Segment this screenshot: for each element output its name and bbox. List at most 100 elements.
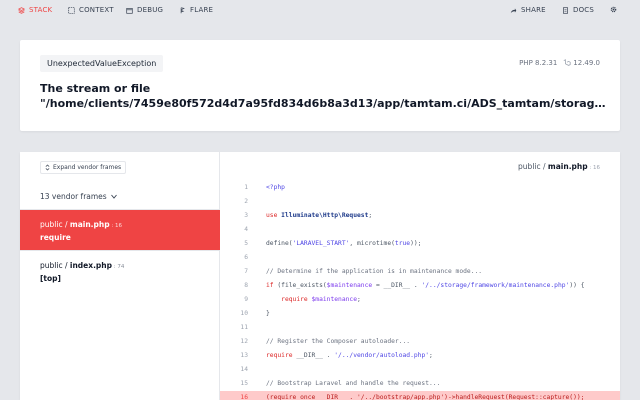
code-line: 10} <box>220 307 620 321</box>
exception-card: UnexpectedValueException PHP 8.2.31 12.4… <box>20 40 620 131</box>
tab-context[interactable]: CONTEXT <box>68 6 114 14</box>
code-line: 4 <box>220 223 620 237</box>
code-line: 15 // Bootstrap Laravel and handle the re… <box>220 377 620 391</box>
code-line: 9 require $maintenance; <box>220 293 620 307</box>
frame-file: index.php <box>69 261 113 270</box>
frame-dir: public <box>40 220 63 229</box>
code-line-text: // Bootstrap Laravel and handle the requ… <box>266 380 441 387</box>
path-separator: / <box>62 261 70 270</box>
code-file-path[interactable]: public / main.php : 16 <box>518 162 600 171</box>
frame-line: 16 <box>114 223 122 229</box>
frame-item[interactable]: public / main.php : 16 require <box>20 210 220 250</box>
code-line: 3 use Illuminate\Http\Request; <box>220 209 620 223</box>
code-line-number: 14 <box>240 366 248 373</box>
code-line: 6 <box>220 251 620 265</box>
chevron-down-icon <box>110 194 117 199</box>
flare-icon <box>180 6 185 13</box>
code-line-text: define('LARAVEL_START', microtime(true))… <box>266 240 422 247</box>
tab-flare-label: FLARE <box>190 6 214 14</box>
share-label: SHARE <box>521 6 546 14</box>
code-line: 1 <?php <box>220 181 620 195</box>
tab-stack[interactable]: STACK <box>18 6 52 14</box>
laravel-icon <box>563 59 571 66</box>
share-button[interactable]: SHARE <box>510 6 546 14</box>
code-line-number: 4 <box>244 226 248 233</box>
expand-icon <box>45 164 50 171</box>
code-line-text: require __DIR__ . '/../vendor/autoload.p… <box>266 352 433 359</box>
code-line-text: require $maintenance; <box>281 296 361 303</box>
debug-icon <box>126 7 133 14</box>
frame-method: [top] <box>40 274 61 283</box>
frame-item[interactable]: public / index.php : 74 [top] <box>20 251 220 291</box>
code-line-number: 13 <box>240 352 248 359</box>
code-line-highlighted: 16 (require_once __DIR__ . '/../bootstrap… <box>220 391 620 400</box>
stack-trace-panel: Expand vendor frames 13 vendor frames pu… <box>20 152 620 400</box>
code-line: 8 if (file_exists($maintenance = __DIR__ … <box>220 279 620 293</box>
vendor-frames-toggle[interactable]: 13 vendor frames <box>40 192 117 201</box>
code-line-number: 3 <box>244 212 248 219</box>
tab-context-label: CONTEXT <box>79 6 114 14</box>
tab-stack-label: STACK <box>29 6 53 14</box>
code-line-text: if (file_exists($maintenance = __DIR__ .… <box>266 282 585 289</box>
exception-message-line1: The stream or file <box>40 82 151 95</box>
code-line-number: 6 <box>244 254 248 261</box>
code-line-number: 12 <box>240 338 248 345</box>
code-line: 12 // Register the Composer autoloader... <box>220 335 620 349</box>
php-version: PHP 8.2.31 <box>519 59 558 67</box>
code-line-text: use Illuminate\Http\Request; <box>266 212 373 219</box>
tab-flare[interactable]: FLARE <box>179 6 213 14</box>
frame-file: main.php <box>69 220 110 229</box>
code-line-text: } <box>266 310 270 317</box>
code-line-number: 1 <box>244 184 248 191</box>
code-line: 2 <box>220 195 620 209</box>
top-nav: STACK CONTEXT DEBUG FLARE SHARE DOCS <box>0 0 640 20</box>
code-line: 13 require __DIR__ . '/../vendor/autoload… <box>220 349 620 363</box>
code-line: 7 // Determine if the application is in m… <box>220 265 620 279</box>
docs-icon <box>563 6 568 14</box>
code-line-text: <?php <box>266 184 285 191</box>
code-line-number: 2 <box>244 198 248 205</box>
code-line-number: 8 <box>244 282 248 289</box>
share-icon <box>510 7 517 13</box>
frames-list: Expand vendor frames 13 vendor frames pu… <box>20 152 220 400</box>
code-path-line: 16 <box>593 165 600 171</box>
docs-button[interactable]: DOCS <box>562 6 594 14</box>
context-icon <box>68 6 75 14</box>
laravel-version-group: 12.49.0 <box>563 59 600 67</box>
code-line: 11 <box>220 321 620 335</box>
frame-method: require <box>40 233 71 242</box>
tab-debug[interactable]: DEBUG <box>126 6 163 14</box>
expand-vendor-frames-label: Expand vendor frames <box>53 163 122 171</box>
docs-label: DOCS <box>573 6 595 14</box>
vendor-frames-count: 13 vendor frames <box>40 192 107 201</box>
path-separator: / <box>62 220 70 229</box>
expand-vendor-frames-button[interactable]: Expand vendor frames <box>40 161 127 174</box>
code-line-text: // Register the Composer autoloader... <box>266 338 411 345</box>
frame-dir: public <box>40 261 63 270</box>
code-line-number: 7 <box>244 268 248 275</box>
settings-button[interactable] <box>610 6 617 13</box>
code-viewer: public / main.php : 16 1 <?php 2 3 use Illum… <box>220 152 620 400</box>
code-line: 5 define('LARAVEL_START', microtime(true)… <box>220 237 620 251</box>
code-line-text: (require_once __DIR__ . '/../bootstrap/a… <box>266 394 585 400</box>
code-line-number: 5 <box>244 240 248 247</box>
code-line-number: 11 <box>240 324 248 331</box>
exception-message-line2: "/home/clients/7459e80f572d4d7a95fd834d6… <box>40 97 610 110</box>
code-line-number: 10 <box>240 310 248 317</box>
code-line-number: 16 <box>240 394 248 400</box>
code-line: 14 <box>220 363 620 377</box>
exception-class-badge: UnexpectedValueException <box>40 55 164 72</box>
exception-message: The stream or file "/home/clients/7459e8… <box>40 81 610 111</box>
laravel-version: 12.49.0 <box>573 59 600 67</box>
stack-icon <box>18 6 25 14</box>
frame-line: 74 <box>117 264 125 270</box>
code-path-dir: public <box>518 162 541 171</box>
code-line-number: 9 <box>244 296 248 303</box>
code-path-file: main.php <box>547 162 588 171</box>
code-lines: 1 <?php 2 3 use Illuminate\Http\Request; 4 5 de… <box>220 181 620 400</box>
